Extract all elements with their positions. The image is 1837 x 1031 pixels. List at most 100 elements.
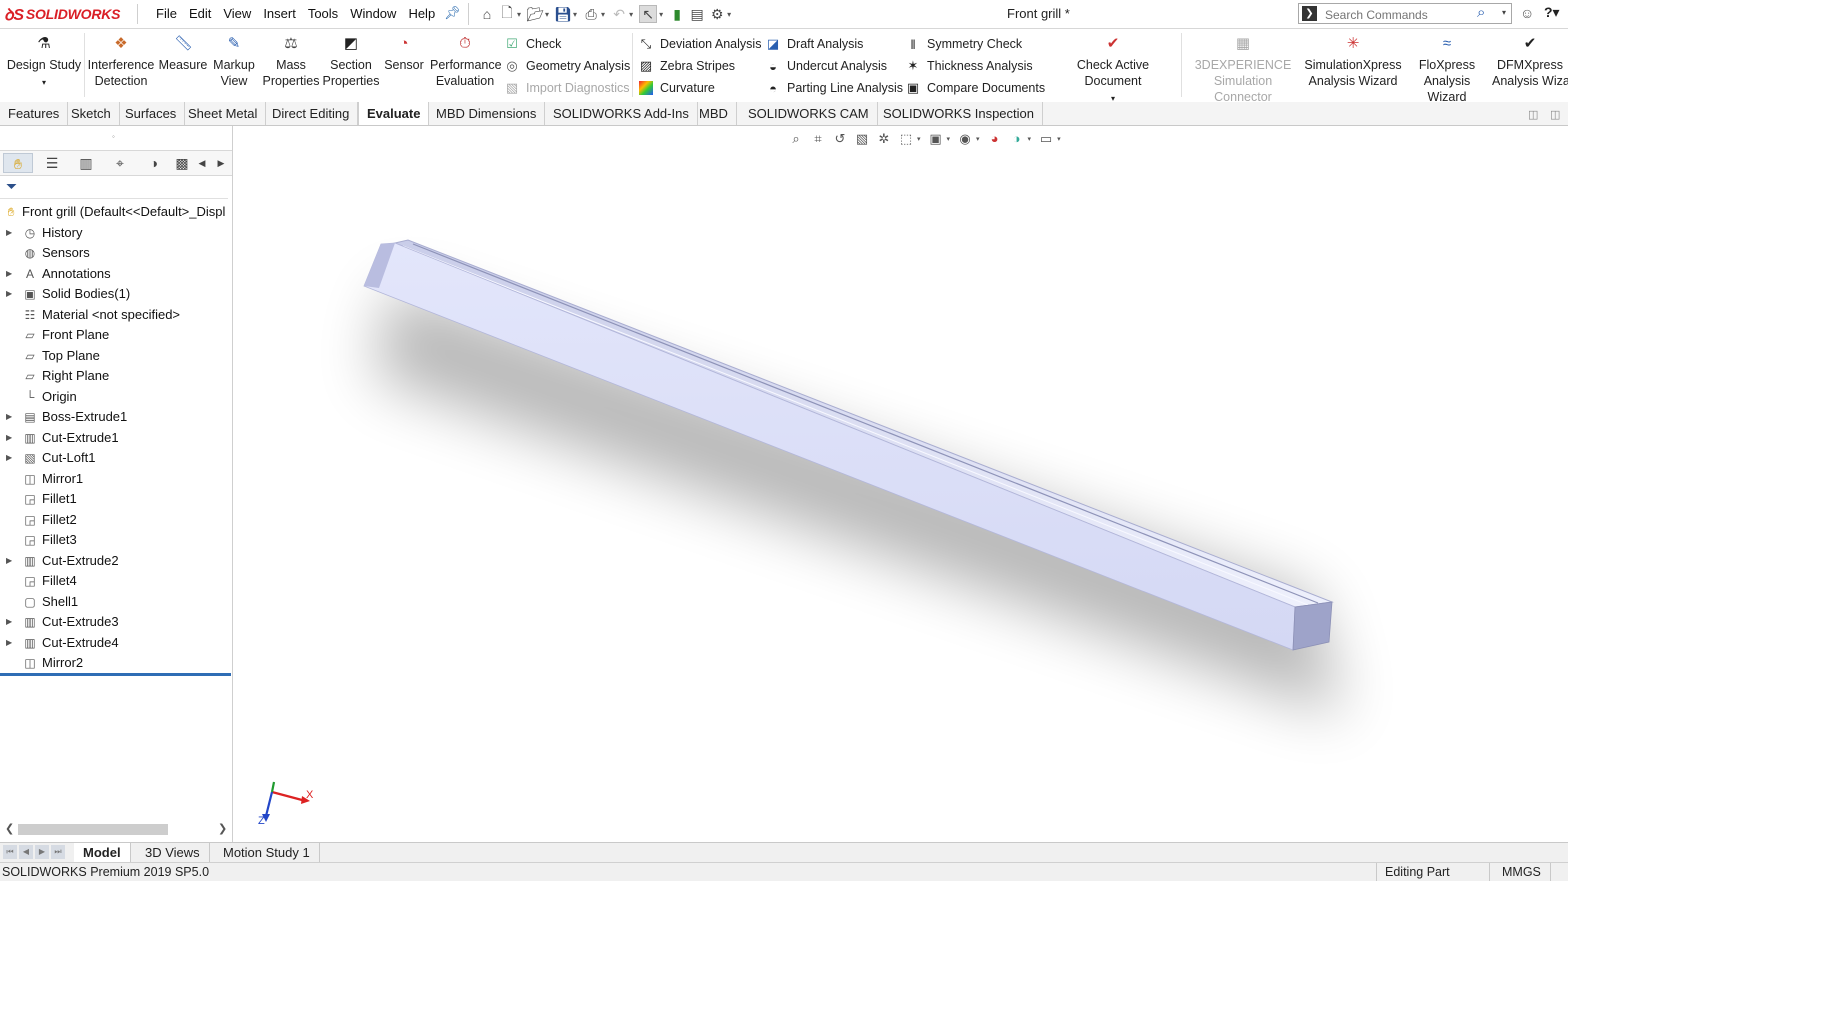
file-properties-icon[interactable]: ▤ bbox=[689, 6, 705, 22]
menu-tools[interactable]: Tools bbox=[302, 6, 344, 21]
expand-arrow-icon[interactable]: ▶ bbox=[6, 407, 12, 428]
cam-tab-icon[interactable]: ▩ bbox=[173, 153, 191, 173]
search-icon[interactable]: ⌕ bbox=[1477, 4, 1485, 21]
chevron-down-icon[interactable]: ▾ bbox=[545, 10, 549, 19]
sensor-button[interactable]: ◔ Sensor bbox=[382, 35, 426, 73]
new-document-icon[interactable]: 🗋︎ bbox=[499, 4, 515, 22]
design-study-button[interactable]: ⚗ Design Study ▾ bbox=[6, 35, 82, 91]
options-gear-icon[interactable]: ⚙ bbox=[709, 6, 725, 22]
display-manager-tab-icon[interactable]: ◑ bbox=[139, 153, 169, 173]
expand-arrow-icon[interactable]: ▶ bbox=[6, 264, 12, 285]
geometry-analysis-button[interactable]: ◎ Geometry Analysis bbox=[504, 56, 630, 76]
performance-evaluation-button[interactable]: ⏱︎ Performance Evaluation bbox=[430, 35, 502, 89]
tree-node[interactable]: ◲ Fillet2 bbox=[0, 510, 232, 531]
tab-model[interactable]: Model bbox=[74, 843, 131, 862]
expand-arrow-icon[interactable]: ▶ bbox=[6, 223, 12, 244]
symmetry-check-button[interactable]: ‖ Symmetry Check bbox=[905, 34, 1022, 54]
tab-solidworks-cam[interactable]: SOLIDWORKS CAM bbox=[740, 102, 878, 125]
tab-3d-views[interactable]: 3D Views bbox=[136, 843, 210, 862]
tree-node[interactable]: ◍ Sensors bbox=[0, 243, 232, 264]
section-properties-button[interactable]: ◩ Section Properties bbox=[322, 35, 380, 89]
user-icon[interactable]: ☺ bbox=[1520, 5, 1534, 21]
zebra-stripes-button[interactable]: ▨ Zebra Stripes bbox=[638, 56, 735, 76]
chevron-down-icon[interactable]: ▾ bbox=[659, 10, 663, 19]
feature-manager-tab-icon[interactable]: ✋︎ bbox=[3, 153, 33, 173]
import-diagnostics-button[interactable]: ▧ Import Diagnostics bbox=[504, 78, 630, 98]
tree-node[interactable]: ◫ Mirror1 bbox=[0, 469, 232, 490]
tree-node[interactable]: ▶ ▥ Cut-Extrude1 bbox=[0, 428, 232, 449]
open-folder-icon[interactable]: 📂︎ bbox=[526, 6, 544, 22]
tab-mbd-dimensions[interactable]: MBD Dimensions bbox=[428, 102, 546, 125]
graphics-area[interactable]: ⌕ ⌗ ↺ ▧ ✲ ⬚ ▾ ▣ ▾ ◉ ▾ ◕ ◑ ▾ ▭ ▾ X Z bbox=[233, 126, 1568, 842]
tree-node[interactable]: ▱ Front Plane bbox=[0, 325, 232, 346]
dimxpert-manager-tab-icon[interactable]: ⌖ bbox=[105, 153, 135, 173]
panel-handle-icon[interactable]: ◦ bbox=[112, 132, 115, 141]
chevron-down-icon[interactable]: ▾ bbox=[1502, 8, 1506, 17]
expand-arrow-icon[interactable]: ▶ bbox=[6, 448, 12, 469]
tab-motion-study-1[interactable]: Motion Study 1 bbox=[214, 843, 320, 862]
tree-filter[interactable]: ⏷ bbox=[0, 176, 228, 199]
tab-sketch[interactable]: Sketch bbox=[63, 102, 120, 125]
expand-arrow-icon[interactable]: ▶ bbox=[6, 428, 12, 449]
tree-node[interactable]: ▶ ▥ Cut-Extrude4 bbox=[0, 633, 232, 654]
thickness-analysis-button[interactable]: ✶ Thickness Analysis bbox=[905, 56, 1033, 76]
tree-node[interactable]: ▱ Right Plane bbox=[0, 366, 232, 387]
chevron-down-icon[interactable]: ▾ bbox=[601, 10, 605, 19]
chevron-down-icon[interactable]: ▾ bbox=[727, 10, 731, 19]
draft-analysis-button[interactable]: ◪ Draft Analysis bbox=[765, 34, 864, 54]
menu-window[interactable]: Window bbox=[344, 6, 402, 21]
tab-features[interactable]: Features bbox=[0, 102, 69, 125]
scroll-left-icon[interactable]: ❮ bbox=[5, 822, 14, 835]
curvature-button[interactable]: Curvature bbox=[638, 78, 715, 98]
tree-node[interactable]: ◲ Fillet4 bbox=[0, 571, 232, 592]
select-cursor-icon[interactable]: ↖ bbox=[639, 5, 658, 23]
mass-properties-button[interactable]: ⚖ Mass Properties bbox=[262, 35, 320, 89]
menu-view[interactable]: View bbox=[217, 6, 257, 21]
markup-view-button[interactable]: ✎ Markup View bbox=[210, 35, 258, 89]
tab-direct-editing[interactable]: Direct Editing bbox=[264, 102, 359, 125]
configuration-manager-tab-icon[interactable]: ▥ bbox=[71, 153, 101, 173]
undercut-analysis-button[interactable]: ◒ Undercut Analysis bbox=[765, 56, 887, 76]
tab-solidworks-inspection[interactable]: SOLIDWORKS Inspection bbox=[875, 102, 1043, 125]
tree-node[interactable]: ▶ ▥ Cut-Extrude3 bbox=[0, 612, 232, 633]
tree-node[interactable]: └ Origin bbox=[0, 387, 232, 408]
3dexperience-simulation-connector-button[interactable]: ▦ 3DEXPERIENCE Simulation Connector bbox=[1184, 35, 1302, 105]
horizontal-scrollbar[interactable]: ❮ ❯ bbox=[2, 822, 228, 837]
scrollbar-thumb[interactable] bbox=[18, 824, 168, 835]
tree-node[interactable]: ▶ ◷ History bbox=[0, 223, 232, 244]
measure-button[interactable]: 📏︎ Measure bbox=[158, 35, 208, 73]
expand-arrow-icon[interactable]: ▶ bbox=[6, 284, 12, 305]
floxpress-button[interactable]: ≈ FloXpress Analysis Wizard bbox=[1404, 35, 1490, 105]
tree-node[interactable]: ▶ ▥ Cut-Extrude2 bbox=[0, 551, 232, 572]
pin-icon[interactable]: 📌︎ bbox=[444, 5, 461, 21]
interference-detection-button[interactable]: ❖ Interference Detection bbox=[86, 35, 156, 89]
chevron-down-icon[interactable]: ▾ bbox=[629, 10, 633, 19]
tree-node[interactable]: ▶ ▤ Boss-Extrude1 bbox=[0, 407, 232, 428]
units-selector[interactable]: MMGS bbox=[1489, 863, 1541, 881]
tree-node[interactable]: ☷ Material <not specified> bbox=[0, 305, 232, 326]
menu-file[interactable]: File bbox=[150, 6, 183, 21]
print-icon[interactable]: ⎙ bbox=[583, 6, 599, 22]
menu-edit[interactable]: Edit bbox=[183, 6, 217, 21]
tree-node[interactable]: ◲ Fillet1 bbox=[0, 489, 232, 510]
search-input[interactable] bbox=[1323, 5, 1477, 24]
scroll-right-icon[interactable]: ❯ bbox=[218, 822, 227, 835]
compare-documents-button[interactable]: ▣ Compare Documents bbox=[905, 78, 1045, 98]
tab-surfaces[interactable]: Surfaces bbox=[117, 102, 186, 125]
tab-mbd[interactable]: MBD bbox=[691, 102, 737, 125]
check-active-document-button[interactable]: ✔ Check Active Document ▾ bbox=[1048, 35, 1178, 107]
solidworks-logo[interactable]: ꝺS SOLIDWORKS bbox=[4, 3, 121, 25]
search-commands[interactable]: ❯ ⌕ ▾ bbox=[1298, 3, 1512, 24]
tab-evaluate[interactable]: Evaluate bbox=[358, 102, 430, 125]
rollback-bar[interactable] bbox=[0, 673, 231, 676]
last-tab-icon[interactable]: ⏭︎ bbox=[51, 845, 65, 859]
scroll-left-icon[interactable]: ◀ bbox=[195, 153, 209, 173]
expand-arrow-icon[interactable]: ▶ bbox=[6, 551, 12, 572]
previous-tab-icon[interactable]: ◀ bbox=[19, 845, 33, 859]
part-model-3d[interactable] bbox=[233, 126, 1568, 842]
tree-node[interactable]: ▢ Shell1 bbox=[0, 592, 232, 613]
expand-arrow-icon[interactable]: ▶ bbox=[6, 633, 12, 654]
tree-node[interactable]: ▱ Top Plane bbox=[0, 346, 232, 367]
dfmxpress-button[interactable]: ✔ DFMXpressAnalysis Wizard bbox=[1492, 35, 1568, 89]
tree-node[interactable]: ▶ ▣ Solid Bodies(1) bbox=[0, 284, 232, 305]
